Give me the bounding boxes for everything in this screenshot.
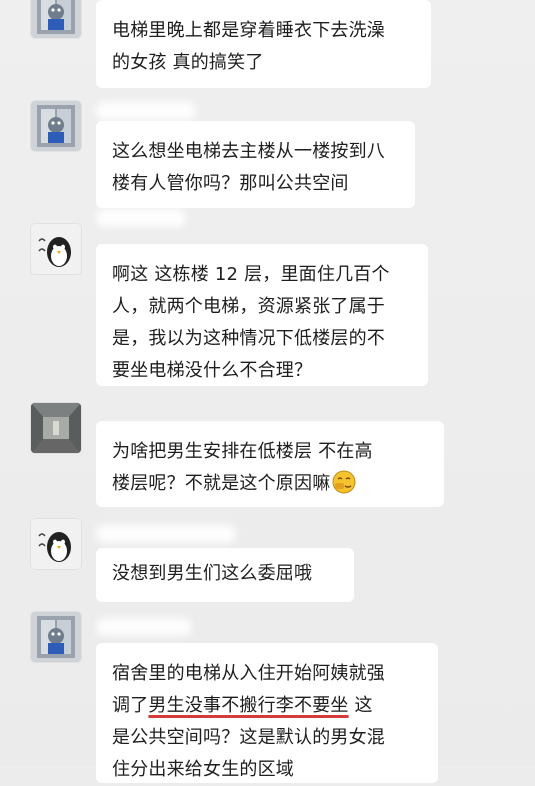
message-text: 调了 [112, 695, 149, 716]
message-line: 要坐电梯没什么不合理？ [112, 360, 313, 381]
message-line: 人，就两个电梯，资源紧张了属于 [112, 296, 385, 317]
message-line: 宿舍里的电梯从入住开始阿姨就强 [112, 663, 385, 684]
message-bubble: 宿舍里的电梯从入住开始阿姨就强 调了男生没事不搬行李不要坐 这 是公共空间吗？这… [96, 643, 438, 783]
corridor-avatar-icon[interactable] [31, 403, 81, 453]
nickname-blur [96, 618, 192, 636]
smirk-face-icon [332, 470, 356, 494]
penguin-avatar-icon[interactable] [31, 224, 81, 274]
message-line: 这么想坐电梯去主楼从一楼按到八 [112, 141, 385, 162]
message-line: 啊这 这栋楼 12 层，里面住几百个 [112, 264, 390, 285]
message-line: 的女孩 真的搞笑了 [112, 52, 264, 73]
penguin-avatar-icon[interactable] [31, 519, 81, 569]
nickname-blur [96, 525, 236, 543]
message-bubble: 这么想坐电梯去主楼从一楼按到八 楼有人管你吗？那叫公共空间 [96, 121, 415, 208]
message-line: 电梯里晚上都是穿着睡衣下去洗澡 [112, 20, 385, 41]
nickname-blur [96, 102, 196, 120]
chat-screen: 电梯里晚上都是穿着睡衣下去洗澡 的女孩 真的搞笑了 这么想坐电梯去主楼从一楼按到… [0, 0, 535, 783]
elevator-avatar-icon[interactable] [31, 0, 81, 38]
message-line: 是公共空间吗？这是默认的男女混 [112, 727, 385, 748]
message-line: 是，我以为这种情况下低楼层的不 [112, 328, 385, 349]
message-line: 住分出来给女生的区域 [112, 759, 294, 780]
message-bubble: 电梯里晚上都是穿着睡衣下去洗澡 的女孩 真的搞笑了 [96, 0, 431, 88]
message-bubble: 为啥把男生安排在低楼层 不在高 楼层呢？不就是这个原因嘛 [96, 421, 444, 507]
message-bubble: 啊这 这栋楼 12 层，里面住几百个 人，就两个电梯，资源紧张了属于 是，我以为… [96, 244, 428, 386]
message-text: 这 [348, 695, 373, 716]
message-line: 调了男生没事不搬行李不要坐 这 [112, 690, 422, 722]
elevator-avatar-icon[interactable] [31, 101, 81, 151]
message-line: 楼有人管你吗？那叫公共空间 [112, 173, 349, 194]
message-line: 没想到男生们这么委屈哦 [112, 563, 313, 584]
message-text: 楼层呢？不就是这个原因嘛 [112, 473, 331, 494]
nickname-blur [96, 209, 186, 227]
message-line: 楼层呢？不就是这个原因嘛 [112, 468, 428, 500]
message-bubble: 没想到男生们这么委屈哦 [96, 548, 354, 602]
elevator-avatar-icon[interactable] [31, 612, 81, 662]
highlighted-text: 男生没事不搬行李不要坐 [148, 695, 349, 716]
message-line: 为啥把男生安排在低楼层 不在高 [112, 441, 373, 462]
